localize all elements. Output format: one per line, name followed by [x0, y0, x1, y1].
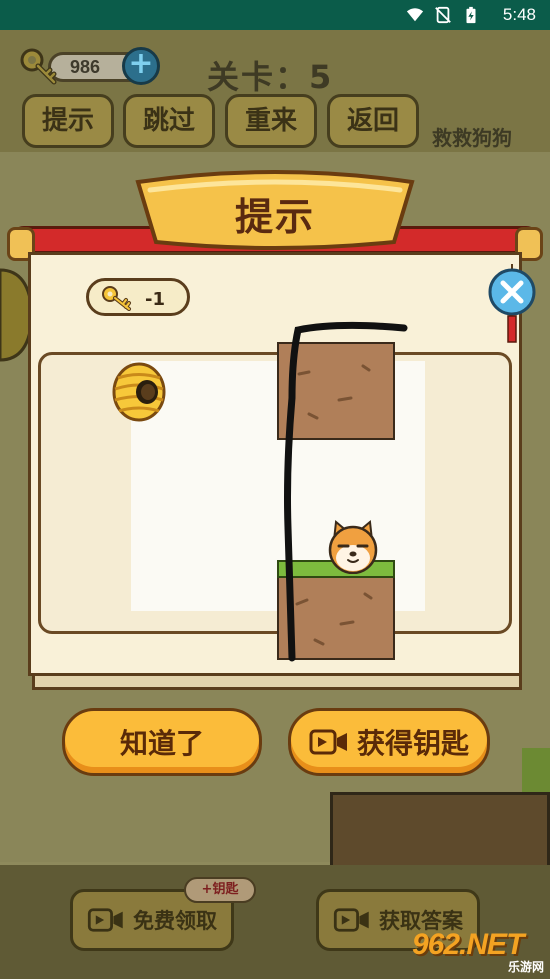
- get-key-label: 获得钥匙: [356, 727, 469, 760]
- key-cost-pill: -1: [86, 278, 190, 316]
- get-key-button[interactable]: 获得钥匙: [288, 708, 490, 776]
- restart-button[interactable]: 重来: [225, 94, 317, 148]
- key-cost: -1: [145, 289, 165, 310]
- back-button[interactable]: 返回: [327, 94, 419, 148]
- wifi-icon: [406, 8, 424, 22]
- no-sim-icon: [435, 6, 451, 24]
- key-icon: [102, 286, 131, 311]
- got-it-label: 知道了: [119, 727, 204, 760]
- status-bar: 5:48: [0, 0, 550, 30]
- dialog-title: 提示: [234, 195, 315, 239]
- add-keys-button[interactable]: +: [122, 47, 160, 85]
- video-camera-icon: [309, 729, 347, 755]
- bonus-badge: +钥匙: [184, 877, 256, 903]
- level-label: 关卡：5: [207, 58, 334, 96]
- status-icons: [406, 6, 480, 24]
- drawn-barrier-line: [284, 321, 408, 662]
- watermark: 962.NET 乐游网: [412, 928, 546, 974]
- shiba-dog-icon: [328, 520, 378, 574]
- key-count: 986: [70, 57, 101, 77]
- status-time: 5:48: [502, 5, 536, 24]
- hint-button[interactable]: 提示: [22, 94, 114, 148]
- got-it-button[interactable]: 知道了: [62, 708, 262, 776]
- close-icon: [488, 264, 536, 343]
- skip-button[interactable]: 跳过: [123, 94, 215, 148]
- key-icon: [20, 48, 57, 85]
- plus-icon: +: [128, 46, 154, 81]
- beehive-icon: [112, 362, 166, 422]
- watermark-logo: 962.NET: [412, 928, 524, 961]
- hint-dialog: 提示 -1: [7, 168, 543, 698]
- key-counter: 986 +: [18, 46, 160, 86]
- watermark-sub: 乐游网: [507, 960, 544, 974]
- background-grass: [522, 748, 550, 792]
- solution-preview: [38, 352, 512, 634]
- title-banner: 提示: [132, 168, 418, 252]
- free-claim-label: 免费领取: [133, 909, 217, 933]
- video-camera-icon: [87, 908, 123, 932]
- game-name: 救救狗狗: [432, 126, 512, 150]
- video-camera-icon: [333, 908, 369, 932]
- battery-icon: [466, 6, 476, 24]
- close-button[interactable]: [486, 264, 536, 343]
- game-header: 986 + 关卡：5 提示 跳过 重来 返回 救救狗狗: [0, 30, 550, 152]
